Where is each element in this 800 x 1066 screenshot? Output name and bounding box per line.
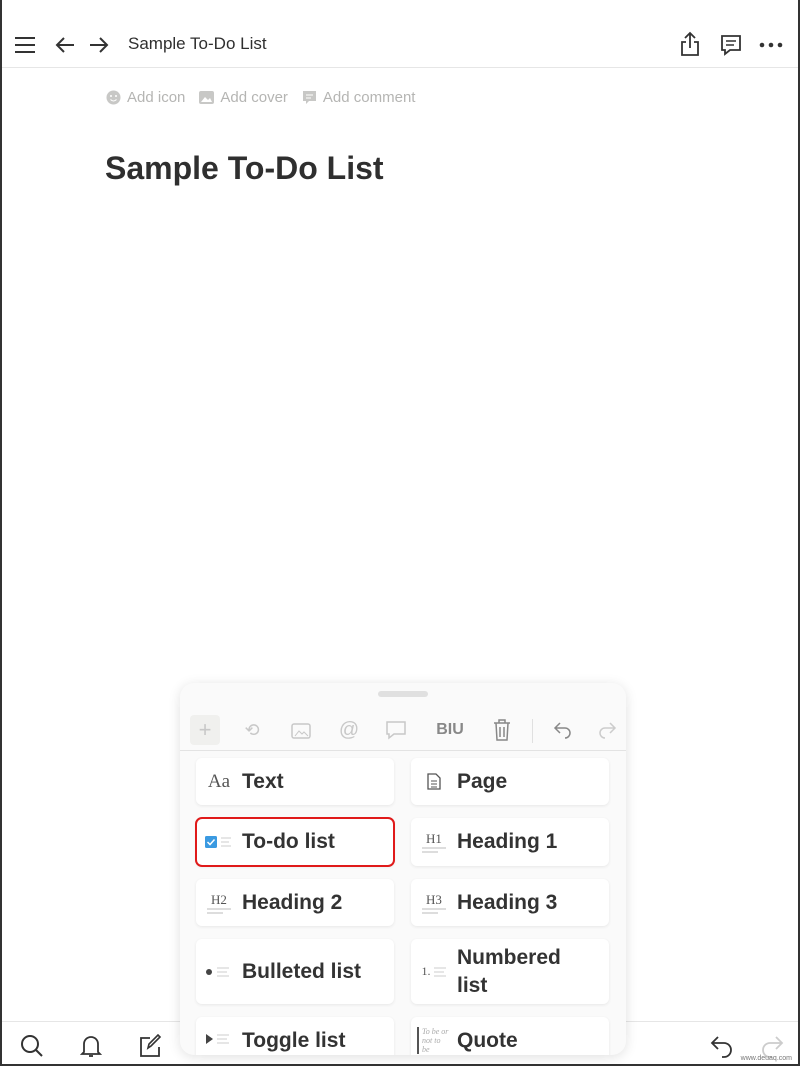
compose-icon[interactable] xyxy=(136,1032,164,1060)
toggle-icon xyxy=(196,1027,242,1045)
search-icon[interactable] xyxy=(18,1032,46,1060)
comment-icon[interactable] xyxy=(718,32,744,58)
image-icon xyxy=(199,91,215,104)
comment-icon xyxy=(302,91,316,104)
block-page[interactable]: Page xyxy=(411,758,609,805)
block-bulleted-list[interactable]: Bulleted list xyxy=(196,939,394,1004)
block-text[interactable]: Aa Text xyxy=(196,758,394,805)
block-quote[interactable]: To be or not to be Quote xyxy=(411,1017,609,1055)
checkbox-icon xyxy=(196,835,242,849)
top-bar: Sample To-Do List xyxy=(2,0,798,68)
format-button[interactable]: BIU xyxy=(430,715,470,745)
block-heading-2[interactable]: H2 Heading 2 xyxy=(196,879,394,926)
add-cover-button[interactable]: Add cover xyxy=(199,89,288,106)
block-heading-3[interactable]: H3 Heading 3 xyxy=(411,879,609,926)
image-icon[interactable] xyxy=(287,715,317,745)
add-icon-button[interactable]: Add icon xyxy=(106,89,185,106)
editor-toolbar: + ⟲ @ BIU xyxy=(180,707,626,751)
block-numbered-list[interactable]: 1. Numbered list xyxy=(411,939,609,1004)
quote-icon: To be or not to be xyxy=(411,1027,457,1054)
back-arrow-icon[interactable] xyxy=(52,32,78,58)
turn-into-icon[interactable]: ⟲ xyxy=(237,715,267,745)
forward-arrow-icon[interactable] xyxy=(86,32,112,58)
redo-icon[interactable] xyxy=(592,715,622,745)
heading-3-icon: H3 xyxy=(411,892,457,914)
comment-icon[interactable] xyxy=(381,715,411,745)
plus-icon[interactable]: + xyxy=(190,715,220,745)
smiley-icon xyxy=(106,90,121,105)
heading-1-icon: H1 xyxy=(411,831,457,853)
bell-icon[interactable] xyxy=(77,1032,105,1060)
number-icon: 1. xyxy=(411,964,457,979)
watermark: www.deuaq.com xyxy=(740,1055,792,1062)
undo-icon[interactable] xyxy=(548,715,578,745)
page-meta-actions: Add icon Add cover Add comment xyxy=(106,89,415,106)
add-comment-button[interactable]: Add comment xyxy=(302,89,415,106)
menu-icon[interactable] xyxy=(12,32,38,58)
mention-icon[interactable]: @ xyxy=(334,715,364,745)
bullet-icon xyxy=(196,966,242,978)
text-icon: Aa xyxy=(207,770,231,792)
drag-handle[interactable] xyxy=(378,691,428,697)
divider xyxy=(532,719,533,743)
heading-2-icon: H2 xyxy=(196,892,242,914)
block-type-panel: + ⟲ @ BIU Aa Text Page To-do list H1 Headi… xyxy=(180,683,626,1055)
share-icon[interactable] xyxy=(678,30,702,58)
block-toggle-list[interactable]: Toggle list xyxy=(196,1017,394,1055)
more-icon[interactable] xyxy=(758,32,784,58)
undo-icon[interactable] xyxy=(708,1032,736,1060)
page-title[interactable]: Sample To-Do List xyxy=(105,150,384,187)
page-icon xyxy=(411,773,457,790)
breadcrumb-title[interactable]: Sample To-Do List xyxy=(128,34,267,54)
block-todo-list[interactable]: To-do list xyxy=(195,817,395,867)
block-heading-1[interactable]: H1 Heading 1 xyxy=(411,818,609,866)
trash-icon[interactable] xyxy=(487,715,517,745)
